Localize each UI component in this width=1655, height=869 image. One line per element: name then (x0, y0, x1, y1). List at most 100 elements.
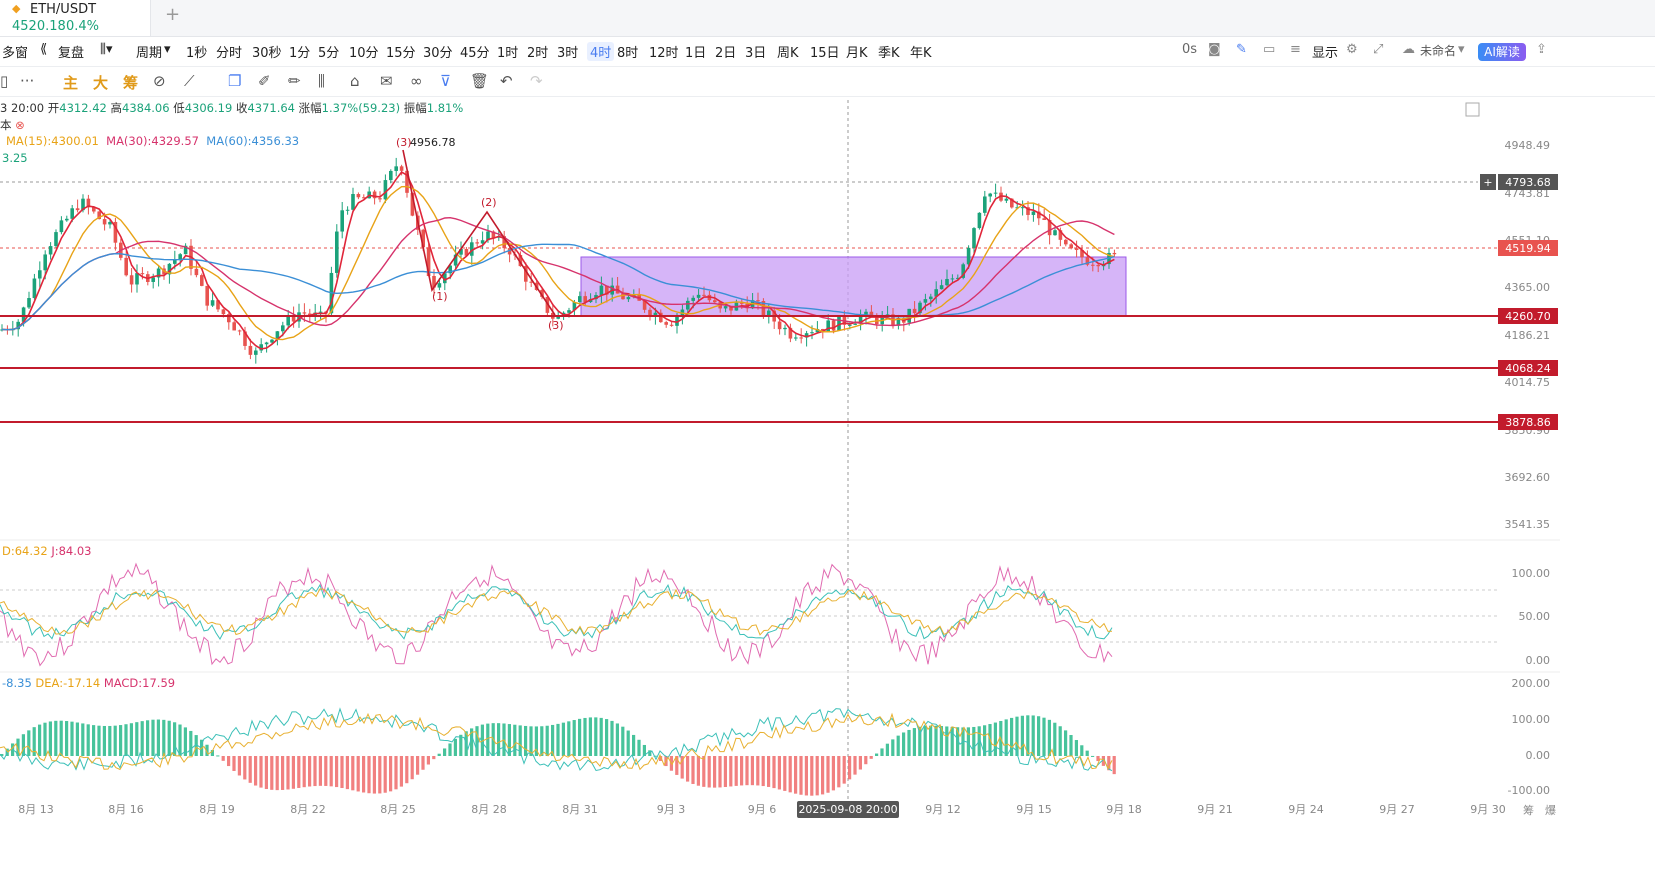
trash-icon[interactable]: 🗑 (470, 72, 489, 90)
strategy-icon[interactable]: ⟋ (184, 72, 195, 90)
share-icon[interactable]: ⇪ (1536, 42, 1547, 57)
period-22[interactable]: 年K (910, 42, 932, 61)
candle-body (945, 278, 949, 286)
list-icon[interactable]: ≡ (1290, 42, 1301, 57)
filter-icon[interactable]: ⊽ (440, 72, 451, 90)
date-tick-2: 8月 19 (199, 803, 235, 816)
period-13[interactable]: 8时 (617, 42, 638, 61)
panel-icon[interactable]: ▯ (0, 72, 8, 90)
chevron-down-icon[interactable]: ▾ (1458, 42, 1465, 57)
macd-bar (837, 756, 841, 788)
link-icon[interactable]: ∞ (410, 72, 423, 90)
macd-bar (524, 725, 528, 756)
chip-button[interactable]: 筹 (123, 72, 138, 93)
candle-body (993, 192, 998, 194)
date-tick-10: 9月 15 (1016, 803, 1052, 816)
note-icon[interactable]: ✉ (380, 72, 393, 90)
macd-panel (0, 707, 1116, 796)
big-order-button[interactable]: 大 (93, 72, 108, 93)
more-icon[interactable]: ··· (20, 72, 34, 90)
period-1[interactable]: 分时 (216, 42, 242, 61)
replay-icon[interactable]: ⟪ (40, 42, 47, 57)
macd-bar (831, 756, 835, 791)
candle-body (599, 285, 604, 296)
camera-icon[interactable]: ◙ (1208, 42, 1221, 57)
date-tick-6: 8月 31 (562, 803, 598, 816)
period-17[interactable]: 3日 (745, 42, 766, 61)
tab-price: 4520.18 (12, 19, 66, 34)
candle-body (264, 342, 269, 345)
wave-annotation: (1)(2)(3)(3)4956.78 (396, 136, 564, 332)
period-0[interactable]: 1秒 (186, 42, 207, 61)
period-9[interactable]: 1时 (497, 42, 518, 61)
period-11[interactable]: 3时 (557, 42, 578, 61)
multi-window-button[interactable]: 多窗 (2, 42, 28, 61)
period-14[interactable]: 12时 (649, 42, 679, 61)
macd-bar (507, 724, 511, 756)
macd-bar (723, 756, 727, 788)
macd-bar (270, 756, 274, 790)
macd-bar (38, 724, 42, 756)
macd-bar (443, 748, 447, 756)
macd-bar (189, 730, 193, 756)
ruler-icon[interactable]: ✐ (258, 72, 271, 90)
period-8[interactable]: 45分 (460, 42, 490, 61)
macd-bar (162, 719, 166, 756)
period-2[interactable]: 30秒 (252, 42, 282, 61)
candle-body (221, 309, 226, 315)
period-10[interactable]: 2时 (527, 42, 548, 61)
ai-interpret-button[interactable]: AI解读 (1478, 43, 1526, 61)
macd-bar (108, 725, 112, 756)
candle-body (281, 325, 285, 332)
add-tab-button[interactable]: + (165, 4, 180, 25)
lock-icon[interactable]: ⌂ (350, 72, 360, 90)
period-15[interactable]: 1日 (685, 42, 706, 61)
chart-type-icon[interactable]: ⫼▾ (100, 42, 113, 57)
period-6[interactable]: 15分 (386, 42, 416, 61)
gear-icon[interactable]: ⚙ (1346, 42, 1358, 57)
period-5[interactable]: 10分 (349, 42, 379, 61)
chevron-down-icon[interactable]: ▾ (164, 42, 171, 57)
candle-body (853, 323, 857, 325)
macd-bar (707, 756, 711, 788)
frame-icon[interactable]: ▭ (1263, 42, 1275, 57)
copy-icon[interactable]: ❐ (228, 72, 241, 90)
candles-icon[interactable]: ⫼ (318, 72, 325, 90)
macd-bar (340, 756, 344, 789)
candle-body (831, 320, 836, 331)
macd-bar (426, 756, 430, 765)
period-19[interactable]: 15日 (810, 42, 840, 61)
macd-bar (329, 756, 333, 787)
macd-bar (545, 725, 549, 756)
price-tick-7: 3692.60 (1505, 471, 1551, 484)
period-4[interactable]: 5分 (318, 42, 339, 61)
period-16[interactable]: 2日 (715, 42, 736, 61)
layout-name[interactable]: 未命名 (1420, 42, 1456, 59)
price-chart[interactable]: (1)(2)(3)(3)4956.78 4948.494743.814551.1… (0, 96, 1655, 869)
fullscreen-icon[interactable]: ⤢ (1373, 42, 1383, 57)
macd-bar (1042, 717, 1046, 756)
macd-bar (410, 756, 414, 780)
candle-body (794, 337, 798, 339)
indicator-icon[interactable]: ⊘ (153, 72, 166, 90)
symbol-tab[interactable]: ◆ ETH/USDT 4520.18 0.4% (0, 0, 151, 36)
crosshair-price: 4793.68 (1505, 176, 1551, 189)
period-menu-button[interactable]: 周期 (136, 42, 162, 61)
candle-body (923, 299, 928, 303)
wave-label-0: (1) (432, 290, 448, 303)
brush-icon[interactable]: ✏ (288, 72, 301, 90)
undo-icon[interactable]: ↶ (500, 72, 513, 90)
period-7[interactable]: 30分 (423, 42, 453, 61)
period-18[interactable]: 周K (777, 42, 799, 61)
display-button[interactable]: 显示 (1312, 42, 1338, 61)
period-20[interactable]: 月K (846, 42, 868, 61)
period-21[interactable]: 季K (878, 42, 900, 61)
redo-icon[interactable]: ↷ (530, 72, 543, 90)
replay-button[interactable]: 复盘 (58, 42, 84, 61)
candle-body (1064, 239, 1068, 245)
date-tick-7: 9月 3 (657, 803, 686, 816)
pencil-icon[interactable]: ✎ (1236, 42, 1247, 57)
main-chart-button[interactable]: 主 (63, 72, 78, 93)
period-3[interactable]: 1分 (289, 42, 310, 61)
period-12[interactable]: 4时 (587, 42, 615, 61)
